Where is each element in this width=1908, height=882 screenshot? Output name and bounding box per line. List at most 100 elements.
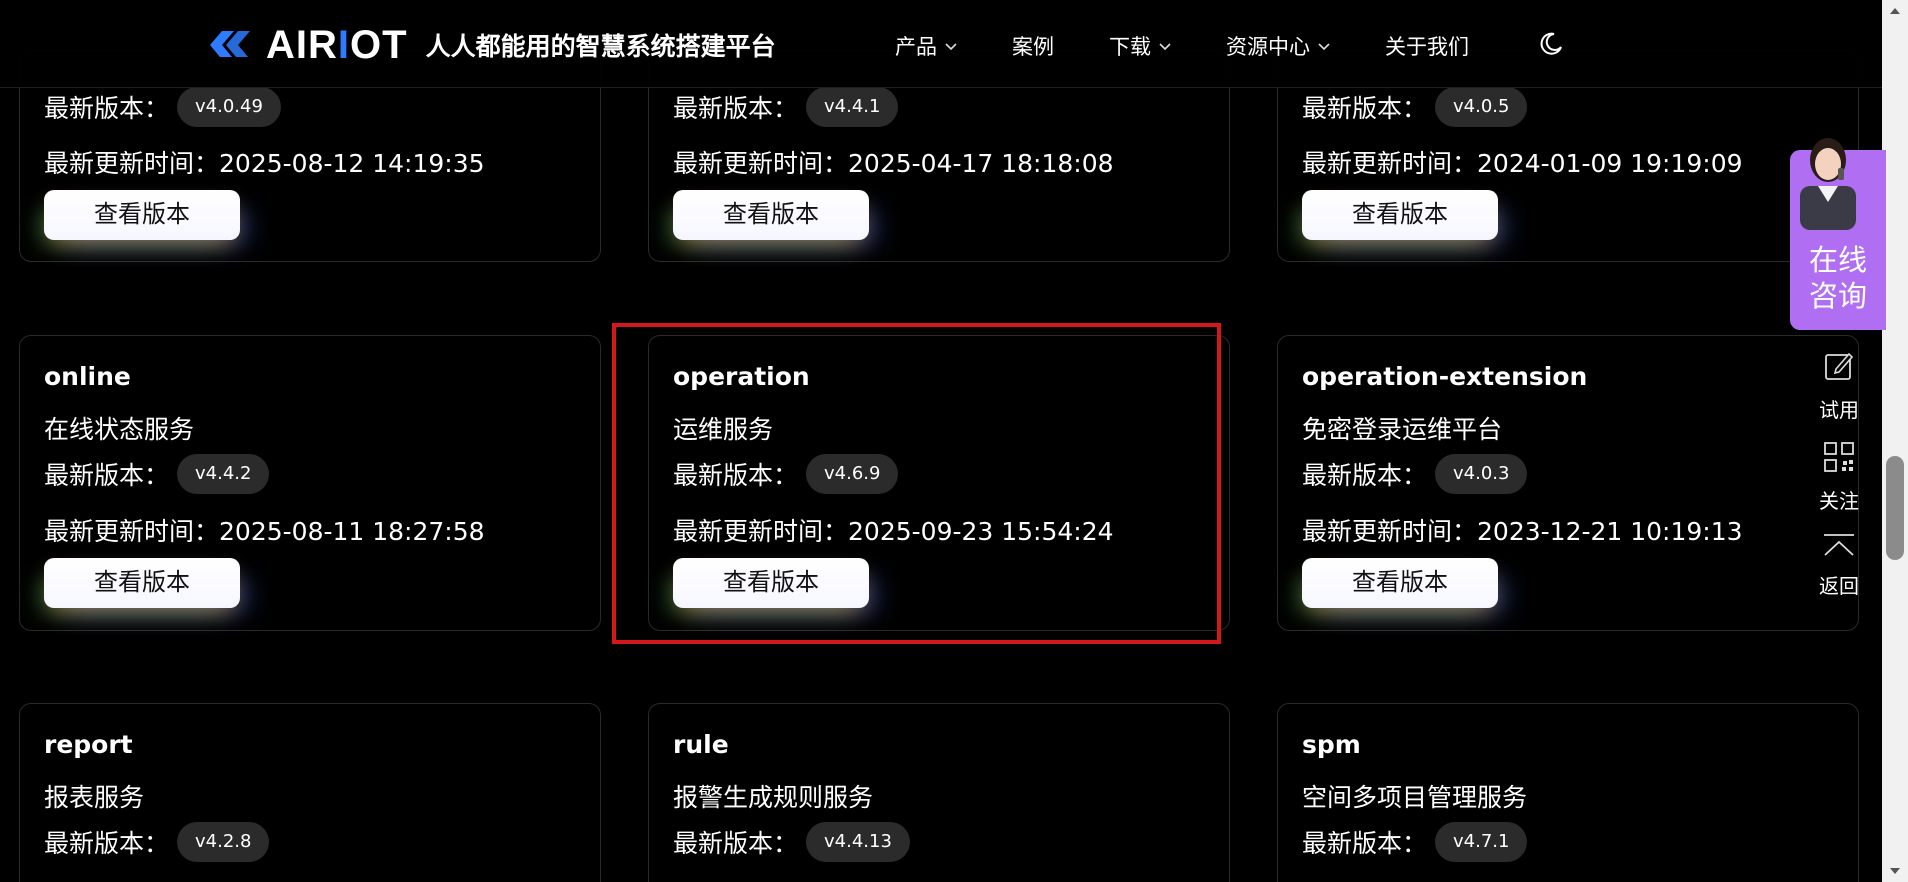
- view-versions-label: 查看版本: [723, 569, 819, 596]
- package-description: 报警生成规则服务: [673, 783, 874, 812]
- version-label: 最新版本：: [673, 94, 799, 123]
- airiot-logo-icon: [206, 25, 254, 65]
- version-label: 最新版本：: [1302, 461, 1428, 490]
- package-description: 报表服务: [44, 783, 145, 812]
- follow-button[interactable]: 关注: [1792, 441, 1886, 514]
- updated-value: 2025-09-23 15:54:24: [848, 517, 1114, 546]
- version-badge: v4.0.5: [1435, 87, 1528, 127]
- package-name: operation: [673, 362, 810, 391]
- version-row: 最新版本： v4.4.13: [673, 822, 910, 862]
- brand-slogan: 人人都能用的智慧系统搭建平台: [425, 32, 776, 61]
- package-name: report: [44, 730, 133, 759]
- back-to-top-icon: [1822, 532, 1856, 562]
- updated-label: 最新更新时间：: [1302, 517, 1478, 546]
- view-versions-button[interactable]: 查看版本: [44, 558, 240, 608]
- package-card-rule: rule 报警生成规则服务 最新版本： v4.4.13: [648, 703, 1230, 882]
- nav-cases[interactable]: 案例: [1012, 31, 1054, 61]
- version-badge: v4.7.1: [1435, 822, 1528, 862]
- version-row: 最新版本： v4.0.49: [44, 87, 281, 127]
- version-badge: v4.0.3: [1435, 454, 1528, 494]
- package-description: 免密登录运维平台: [1302, 415, 1503, 444]
- version-row: 最新版本： v4.4.2: [44, 454, 270, 494]
- package-description: 在线状态服务: [44, 415, 195, 444]
- package-description: 空间多项目管理服务: [1302, 783, 1528, 812]
- nav-products-label: 产品: [895, 35, 937, 59]
- main-nav: 产品 案例 下载 资源中心 关于我们: [895, 28, 1564, 64]
- version-label: 最新版本：: [1302, 829, 1428, 858]
- chevron-down-icon: [945, 40, 957, 54]
- updated-row: 最新更新时间：2023-12-21 10:19:13: [1302, 512, 1743, 548]
- version-row: 最新版本： v4.7.1: [1302, 822, 1528, 862]
- package-name: spm: [1302, 730, 1361, 759]
- nav-products[interactable]: 产品: [895, 31, 957, 61]
- version-label: 最新版本：: [44, 829, 170, 858]
- view-versions-button[interactable]: 查看版本: [673, 190, 869, 240]
- updated-value: 2025-08-11 18:27:58: [219, 517, 485, 546]
- view-versions-button[interactable]: 查看版本: [1302, 190, 1498, 240]
- view-versions-button[interactable]: 查看版本: [1302, 558, 1498, 608]
- dark-mode-moon-icon[interactable]: [1538, 31, 1564, 61]
- version-label: 最新版本：: [44, 461, 170, 490]
- logo[interactable]: AIRIOT 人人都能用的智慧系统搭建平台: [206, 22, 776, 68]
- updated-row: 最新更新时间：2025-04-17 18:18:08: [673, 144, 1114, 180]
- version-label: 最新版本：: [673, 461, 799, 490]
- version-label: 最新版本：: [1302, 94, 1428, 123]
- package-card-operation-extension: operation-extension 免密登录运维平台 最新版本： v4.0.…: [1277, 335, 1859, 631]
- back-to-top-button[interactable]: 返回: [1792, 532, 1886, 599]
- updated-label: 最新更新时间：: [44, 149, 220, 178]
- consult-line-1: 在线: [1808, 243, 1867, 277]
- version-row: 最新版本： v4.4.1: [673, 87, 899, 127]
- view-versions-button[interactable]: 查看版本: [44, 190, 240, 240]
- scrollbar-thumb[interactable]: [1886, 456, 1904, 560]
- nav-resources-label: 资源中心: [1226, 35, 1310, 59]
- updated-label: 最新更新时间：: [44, 517, 220, 546]
- package-card-online: online 在线状态服务 最新版本： v4.4.2 最新更新时间：2025-0…: [19, 335, 601, 631]
- view-versions-button[interactable]: 查看版本: [673, 558, 869, 608]
- version-label: 最新版本：: [44, 94, 170, 123]
- package-card-operation: operation 运维服务 最新版本： v4.6.9 最新更新时间：2025-…: [648, 335, 1230, 631]
- nav-about-label: 关于我们: [1385, 35, 1469, 59]
- chevron-down-icon: [1159, 40, 1171, 54]
- view-versions-label: 查看版本: [1352, 201, 1448, 228]
- package-name: online: [44, 362, 131, 391]
- top-header: AIRIOT 人人都能用的智慧系统搭建平台 产品 案例 下载 资源中心 关于我们: [0, 0, 1882, 88]
- updated-row: 最新更新时间：2025-08-12 14:19:35: [44, 144, 485, 180]
- qr-code-icon: [1823, 441, 1855, 477]
- nav-download-label: 下载: [1109, 35, 1151, 59]
- edit-icon: [1823, 350, 1855, 386]
- updated-row: 最新更新时间：2025-09-23 15:54:24: [673, 512, 1114, 548]
- version-row: 最新版本： v4.0.3: [1302, 454, 1528, 494]
- version-badge: v4.2.8: [177, 822, 270, 862]
- package-card-spm: spm 空间多项目管理服务 最新版本： v4.7.1: [1277, 703, 1859, 882]
- scroll-down-arrow-icon[interactable]: [1888, 864, 1902, 878]
- updated-row: 最新更新时间：2024-01-09 19:19:09: [1302, 144, 1743, 180]
- nav-resources[interactable]: 资源中心: [1226, 31, 1330, 61]
- consult-line-2: 咨询: [1808, 279, 1867, 313]
- updated-value: 2025-04-17 18:18:08: [848, 149, 1114, 178]
- updated-label: 最新更新时间：: [673, 517, 849, 546]
- version-row: 最新版本： v4.2.8: [44, 822, 270, 862]
- scroll-up-arrow-icon[interactable]: [1888, 4, 1902, 18]
- view-versions-label: 查看版本: [723, 201, 819, 228]
- side-toolbar: 试用 关注 返回: [1792, 350, 1886, 617]
- trial-button[interactable]: 试用: [1792, 350, 1886, 423]
- updated-value: 2025-08-12 14:19:35: [219, 149, 485, 178]
- package-name: rule: [673, 730, 729, 759]
- version-badge: v4.4.2: [177, 454, 270, 494]
- version-label: 最新版本：: [673, 829, 799, 858]
- chevron-down-icon: [1318, 40, 1330, 54]
- version-badge: v4.6.9: [806, 454, 899, 494]
- page: AIRIOT 人人都能用的智慧系统搭建平台 产品 案例 下载 资源中心 关于我们…: [0, 0, 1908, 882]
- online-consult-button[interactable]: 在线 咨询: [1790, 138, 1886, 330]
- version-row: 最新版本： v4.6.9: [673, 454, 899, 494]
- updated-row: 最新更新时间：2025-08-11 18:27:58: [44, 512, 485, 548]
- consult-label: 在线 咨询: [1790, 242, 1886, 314]
- nav-about[interactable]: 关于我们: [1385, 31, 1469, 61]
- back-to-top-label: 返回: [1819, 574, 1859, 598]
- updated-label: 最新更新时间：: [673, 149, 849, 178]
- package-description: 运维服务: [673, 415, 774, 444]
- nav-download[interactable]: 下载: [1109, 31, 1171, 61]
- version-badge: v4.4.1: [806, 87, 899, 127]
- view-versions-label: 查看版本: [94, 201, 190, 228]
- view-versions-label: 查看版本: [94, 569, 190, 596]
